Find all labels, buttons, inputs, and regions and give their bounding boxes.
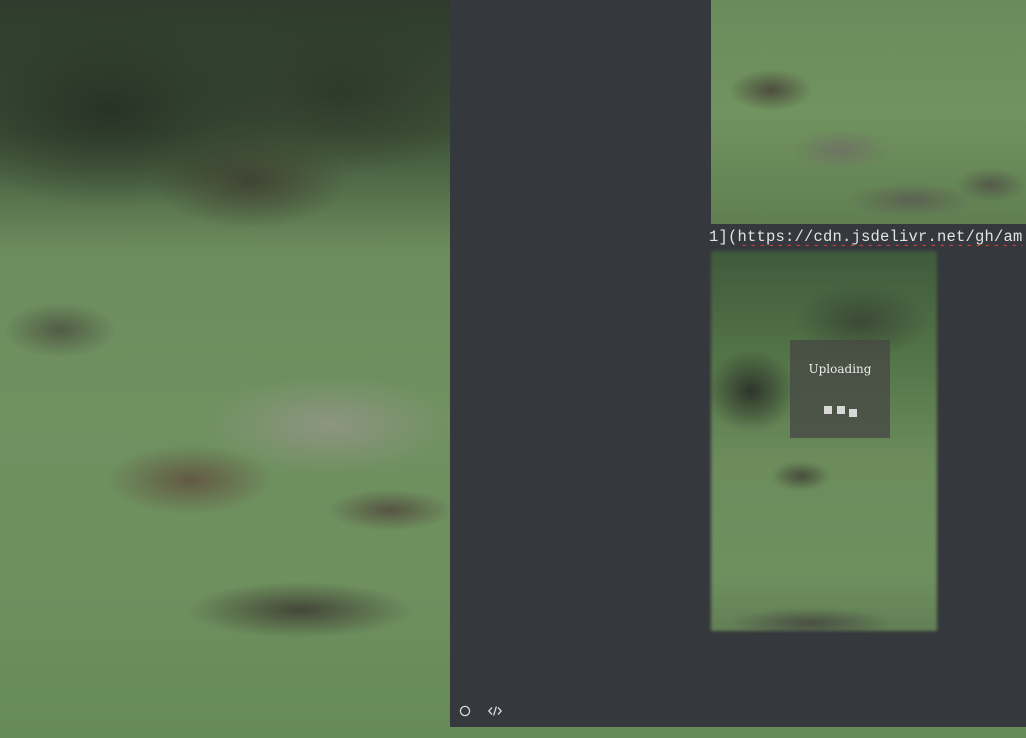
loading-indicator-icon [824, 406, 858, 418]
markdown-link-prefix: 1]( [709, 228, 738, 246]
upload-progress-overlay: Uploading [790, 340, 890, 438]
markdown-link-url[interactable]: https://cdn.jsdelivr.net/gh/am [738, 228, 1023, 246]
image-preview-landscape [711, 0, 1026, 224]
markdown-image-link-line[interactable]: 1](https://cdn.jsdelivr.net/gh/am [709, 228, 1026, 246]
image-upload-preview [711, 251, 937, 631]
upload-status-label: Uploading [808, 362, 872, 376]
code-icon[interactable] [487, 703, 503, 719]
circle-icon[interactable] [457, 703, 473, 719]
